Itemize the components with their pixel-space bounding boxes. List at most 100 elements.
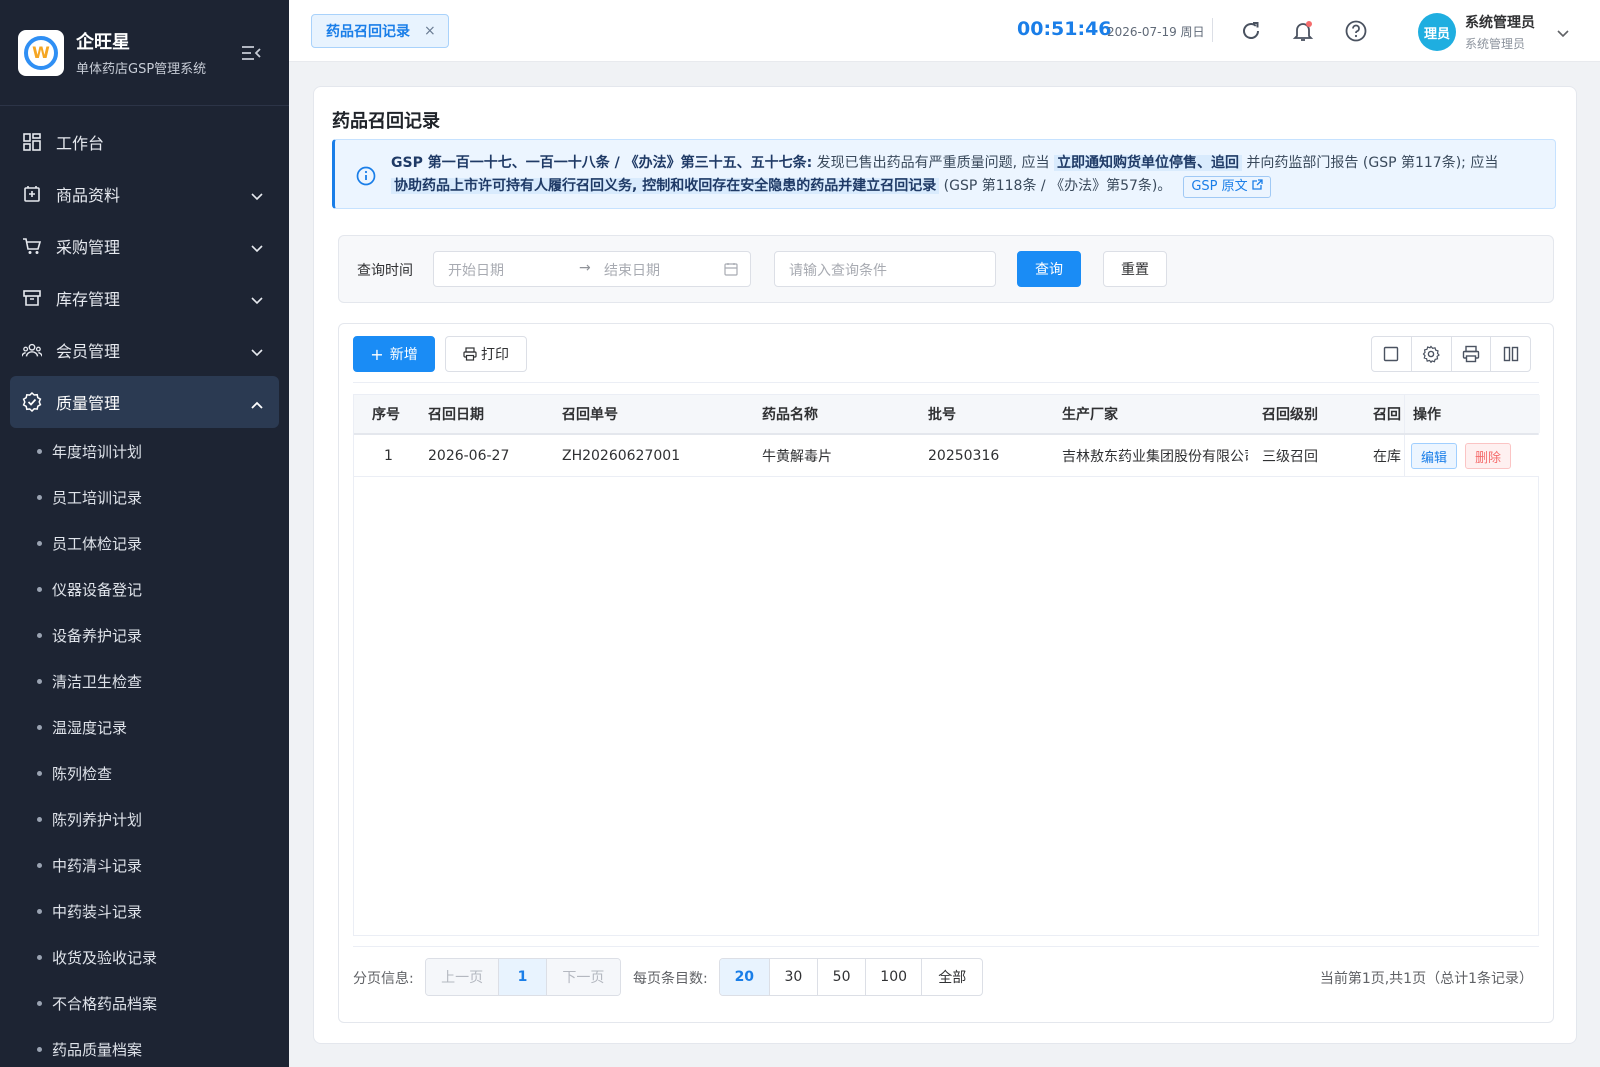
user-name[interactable]: 系统管理员 — [1465, 12, 1535, 32]
brand-title: 企旺星 — [76, 32, 130, 53]
sidebar-item-label: 库存管理 — [56, 290, 121, 309]
sidebar-item-label: 质量管理 — [56, 394, 121, 413]
column-header: 召回日期 — [428, 407, 484, 423]
chevron-down-icon — [251, 342, 263, 361]
page-size-option[interactable]: 50 — [818, 959, 866, 995]
page-size-selector: 20 30 50 100 全部 — [719, 958, 983, 996]
delete-button[interactable]: 删除 — [1465, 443, 1511, 469]
sidebar-item-quality[interactable]: 质量管理 — [10, 376, 279, 428]
notice-lead: GSP 第一百一十七、一百一十八条 / 《办法》第三十五、五十七条: — [391, 155, 813, 171]
print-icon[interactable] — [1452, 337, 1492, 371]
app-logo: W — [18, 29, 64, 76]
bell-icon[interactable] — [1291, 19, 1315, 43]
sidebar-subitem[interactable]: 陈列检查 — [0, 750, 289, 796]
cell-batch: 20250316 — [928, 447, 1000, 464]
prev-page-button[interactable]: 上一页 — [426, 959, 500, 995]
page-size-option[interactable]: 20 — [720, 959, 770, 995]
table-panel: + 新增 打印 序号 召回日期 召回单号 药品名称 批号 生产厂家 召回级别 召回 — [338, 323, 1554, 1023]
avatar[interactable]: 理员 — [1418, 13, 1456, 51]
chevron-down-icon[interactable] — [1557, 26, 1569, 42]
sidebar-item-members[interactable]: 会员管理 — [0, 324, 289, 376]
gsp-link-label: GSP 原文 — [1191, 179, 1248, 194]
sidebar-subitem[interactable]: 中药装斗记录 — [0, 888, 289, 934]
refresh-icon[interactable] — [1239, 19, 1263, 43]
table-row[interactable]: 1 2026-06-27 ZH20260627001 牛黄解毒片 2025031… — [354, 435, 1540, 477]
query-button[interactable]: 查询 — [1017, 251, 1081, 287]
query-input[interactable]: 请输入查询条件 — [774, 251, 996, 287]
sidebar-item-dashboard[interactable]: 工作台 — [0, 116, 289, 168]
close-icon[interactable]: × — [424, 23, 436, 39]
end-date-placeholder[interactable]: 结束日期 — [604, 260, 660, 280]
sidebar: W 企旺星 单体药店GSP管理系统 工作台 商品资料 采购管理 库存管理 会员管… — [0, 0, 289, 1067]
printer-icon — [463, 347, 477, 361]
brand-subtitle: 单体药店GSP管理系统 — [76, 62, 207, 77]
column-header: 生产厂家 — [1062, 407, 1118, 423]
clock: 00:51:46 — [1017, 18, 1112, 40]
next-page-button[interactable]: 下一页 — [546, 959, 620, 995]
column-header: 药品名称 — [762, 407, 818, 423]
sidebar-subitem[interactable]: 温湿度记录 — [0, 704, 289, 750]
sidebar-item-inventory[interactable]: 库存管理 — [0, 272, 289, 324]
sidebar-subitem[interactable]: 年度培训计划 — [0, 428, 289, 474]
sidebar-item-purchase[interactable]: 采购管理 — [0, 220, 289, 272]
page-size-option[interactable]: 100 — [866, 959, 923, 995]
brand: W 企旺星 单体药店GSP管理系统 — [0, 0, 289, 106]
gear-icon[interactable] — [1412, 337, 1452, 371]
search-panel: 查询时间 开始日期 → 结束日期 请输入查询条件 查询 重置 — [338, 235, 1554, 303]
pager-summary: 当前第1页,共1页（总计1条记录） — [1319, 971, 1533, 987]
chevron-down-icon — [251, 290, 263, 309]
sidebar-subitem[interactable]: 不合格药品档案 — [0, 980, 289, 1026]
page-size-label: 每页条目数: — [633, 971, 708, 987]
notice-text-3: (GSP 第118条 / 《办法》第57条)。 — [939, 178, 1172, 194]
menu-collapse-icon[interactable] — [240, 44, 262, 66]
calendar-icon — [724, 262, 738, 280]
edit-button[interactable]: 编辑 — [1411, 443, 1457, 469]
reset-button[interactable]: 重置 — [1103, 251, 1167, 287]
user-role: 系统管理员 — [1465, 37, 1526, 51]
select-all-icon[interactable] — [1372, 337, 1412, 371]
column-header: 批号 — [928, 407, 956, 423]
sidebar-subitem[interactable]: 清洁卫生检查 — [0, 658, 289, 704]
column-header: 召回级别 — [1262, 407, 1318, 423]
columns-icon[interactable] — [1491, 337, 1530, 371]
cell-manufacturer: 吉林敖东药业集团股份有限公司 — [1062, 448, 1248, 465]
tab-recall-records[interactable]: 药品召回记录 × — [311, 14, 449, 48]
sidebar-subitem[interactable]: 员工培训记录 — [0, 474, 289, 520]
gsp-source-link[interactable]: GSP 原文 — [1183, 176, 1271, 198]
chevron-down-icon — [251, 238, 263, 257]
tab-label: 药品召回记录 — [326, 24, 410, 40]
add-button[interactable]: + 新增 — [353, 336, 435, 372]
dashboard-icon — [22, 132, 42, 152]
sidebar-item-products[interactable]: 商品资料 — [0, 168, 289, 220]
page-nav: 上一页 1 下一页 — [425, 958, 621, 996]
external-link-icon — [1252, 179, 1263, 194]
table-header: 序号 召回日期 召回单号 药品名称 批号 生产厂家 召回级别 召回 操作 — [354, 395, 1540, 435]
product-icon — [22, 184, 42, 204]
main-card: 药品召回记录 GSP 第一百一十七、一百一十八条 / 《办法》第三十五、五十七条… — [313, 86, 1577, 1044]
sidebar-subitem[interactable]: 收货及验收记录 — [0, 934, 289, 980]
cell-status: 在库 — [1373, 448, 1401, 465]
date-range-picker[interactable]: 开始日期 → 结束日期 — [433, 251, 751, 287]
recall-table: 序号 召回日期 召回单号 药品名称 批号 生产厂家 召回级别 召回 操作 1 2… — [353, 394, 1540, 936]
add-label: 新增 — [389, 347, 418, 363]
page-number[interactable]: 1 — [499, 959, 547, 995]
sidebar-subitem[interactable]: 仪器设备登记 — [0, 566, 289, 612]
print-button[interactable]: 打印 — [445, 336, 527, 372]
page-size-option[interactable]: 30 — [770, 959, 819, 995]
sidebar-subitem[interactable]: 设备养护记录 — [0, 612, 289, 658]
chevron-up-icon — [251, 394, 263, 413]
divider — [353, 382, 1539, 383]
sidebar-subitem[interactable]: 员工体检记录 — [0, 520, 289, 566]
sidebar-subitem[interactable]: 中药清斗记录 — [0, 842, 289, 888]
pagination: 分页信息: 上一页 1 下一页 每页条目数: 20 30 50 100 全部 当… — [353, 958, 1539, 996]
help-icon[interactable] — [1344, 19, 1368, 43]
sidebar-subitem[interactable]: 药品质量档案 — [0, 1026, 289, 1067]
members-icon — [22, 340, 42, 360]
page-size-option[interactable]: 全部 — [922, 959, 982, 995]
current-date: 2026-07-19 周日 — [1107, 25, 1205, 39]
cell-drug-name: 牛黄解毒片 — [762, 448, 832, 465]
query-time-label: 查询时间 — [357, 263, 413, 279]
start-date-placeholder[interactable]: 开始日期 — [448, 260, 504, 280]
quality-icon — [22, 392, 42, 412]
sidebar-subitem[interactable]: 陈列养护计划 — [0, 796, 289, 842]
